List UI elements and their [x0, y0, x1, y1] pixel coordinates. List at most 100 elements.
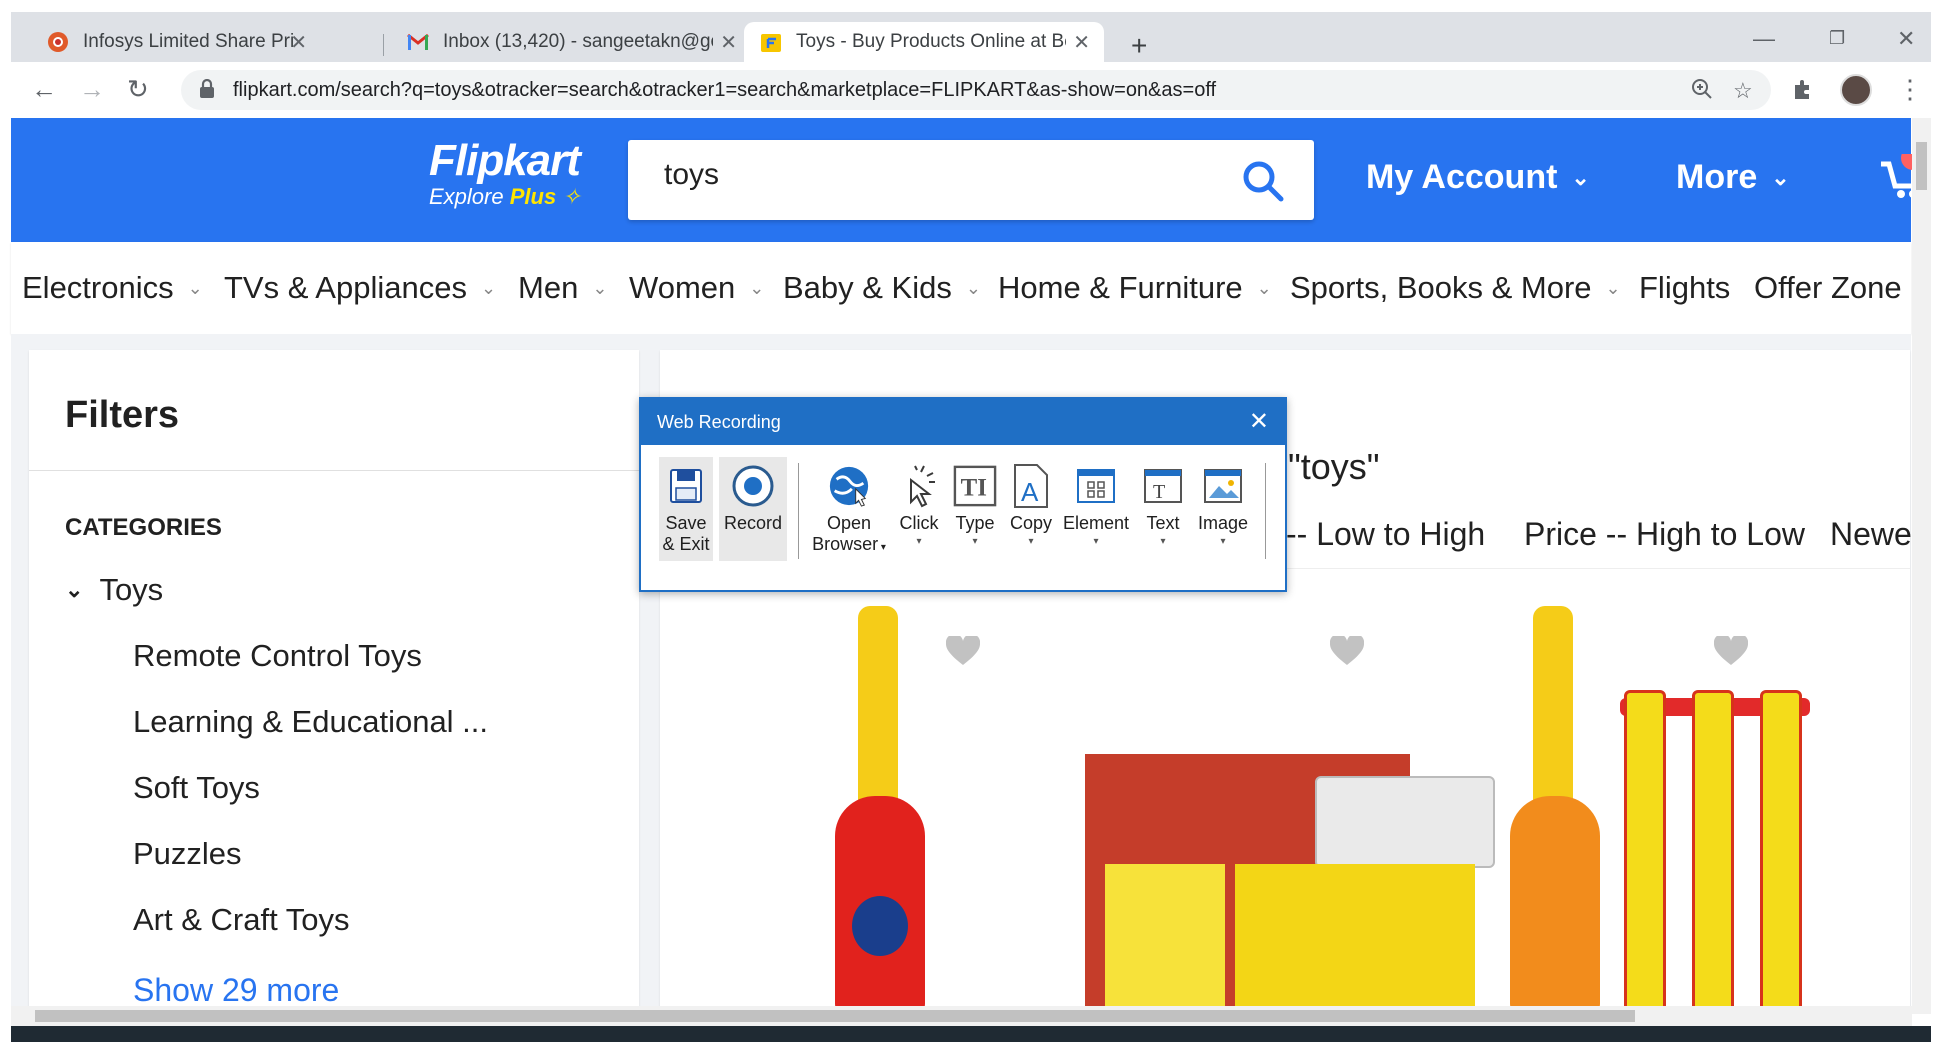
category-sports-books[interactable]: Sports, Books & More ⌄ [1290, 270, 1621, 306]
flipkart-header: Flipkart Explore Plus ✧ My Account⌄ More… [11, 118, 1925, 242]
subcategory-soft-toys[interactable]: Soft Toys [133, 770, 260, 806]
type-icon: TI [953, 463, 997, 509]
restore-icon[interactable]: ❐ [1829, 28, 1845, 49]
wishlist-heart-icon[interactable] [1330, 636, 1364, 666]
subcategory-remote-control[interactable]: Remote Control Toys [133, 638, 422, 674]
filters-panel: Filters CATEGORIES ⌄ Toys Remote Control … [29, 350, 639, 1014]
lock-icon [200, 79, 214, 98]
category-men[interactable]: Men ⌄ [518, 270, 607, 306]
new-tab-button[interactable]: + [1131, 30, 1147, 62]
categories-heading: CATEGORIES [65, 514, 222, 541]
category-tvs-appliances[interactable]: TVs & Appliances ⌄ [224, 270, 496, 306]
tagline: Explore Plus ✧ [429, 184, 581, 209]
svg-text:TI: TI [961, 475, 987, 502]
sort-price-high-low[interactable]: Price -- High to Low [1524, 516, 1805, 553]
text-icon: T [1141, 463, 1185, 509]
address-bar[interactable]: flipkart.com/search?q=toys&otracker=sear… [181, 70, 1771, 110]
chevron-down-icon: ⌄ [480, 277, 497, 298]
search-box [628, 140, 1314, 220]
flipkart-logo[interactable]: Flipkart Explore Plus ✧ [429, 136, 581, 210]
open-browser-button[interactable]: Open Browser ▾ [809, 463, 889, 555]
dialog-titlebar: Web Recording ✕ [641, 399, 1285, 445]
close-icon[interactable]: ✕ [720, 30, 737, 55]
chevron-down-icon: ⌄ [1571, 164, 1590, 190]
category-nav: Electronics ⌄ TVs & Appliances ⌄ Men ⌄ Wome… [11, 242, 1911, 334]
dialog-title: Web Recording [657, 412, 781, 432]
tab-strip: Infosys Limited Share Price Today ✕ Inbo… [11, 12, 1931, 62]
subcategory-puzzles[interactable]: Puzzles [133, 836, 242, 872]
close-icon[interactable]: ✕ [290, 30, 307, 55]
product-image-cricket-stumps[interactable] [1620, 690, 1810, 1014]
zoom-icon[interactable] [1691, 78, 1713, 106]
gmail-favicon [407, 31, 429, 53]
subcategory-learning[interactable]: Learning & Educational ... [133, 704, 488, 740]
window-close-icon[interactable]: ✕ [1897, 26, 1915, 52]
svg-text:A: A [1021, 477, 1039, 507]
back-icon[interactable]: ← [31, 74, 57, 105]
search-input[interactable] [664, 158, 1204, 192]
toolbar-separator [1265, 463, 1266, 559]
copy-button[interactable]: A Copy ▾ [1003, 463, 1059, 547]
divider [29, 470, 639, 471]
text-button[interactable]: T Text ▾ [1135, 463, 1191, 547]
minimize-icon[interactable]: — [1753, 26, 1775, 52]
my-account-menu[interactable]: My Account ⌄ [1366, 158, 1590, 197]
copy-icon: A [1009, 463, 1053, 509]
forward-icon[interactable]: → [79, 74, 105, 105]
reload-icon[interactable]: ↻ [127, 74, 149, 105]
click-icon [897, 463, 941, 509]
record-label: Record [719, 463, 787, 534]
chevron-down-icon: ⌄ [1605, 277, 1621, 298]
category-offer-zone[interactable]: Offer Zone [1754, 270, 1902, 306]
menu-kebab-icon[interactable]: ⋮ [1897, 74, 1923, 105]
close-icon[interactable]: ✕ [1249, 407, 1269, 436]
category-women[interactable]: Women ⌄ [629, 270, 764, 306]
product-image-spiderman-bat[interactable] [830, 606, 930, 1014]
url-text: flipkart.com/search?q=toys&otracker=sear… [233, 79, 1217, 101]
horizontal-scrollbar[interactable] [11, 1006, 1912, 1026]
chevron-down-icon: ⌄ [592, 277, 608, 298]
chevron-down-icon: ⌄ [749, 277, 765, 298]
chevron-down-icon: ⌄ [965, 277, 981, 298]
infosys-favicon [47, 31, 69, 53]
wishlist-heart-icon[interactable] [1714, 636, 1748, 666]
save-exit-label: Save & Exit [659, 463, 713, 555]
more-menu[interactable]: More ⌄ [1676, 158, 1790, 197]
type-button[interactable]: TI Type ▾ [947, 463, 1003, 547]
save-icon [664, 463, 708, 509]
flipkart-favicon [760, 31, 782, 53]
product-image-camlin-art-kit[interactable] [1085, 754, 1525, 1014]
bookmark-star-icon[interactable]: ☆ [1733, 78, 1753, 104]
tab-title: Inbox (13,420) - sangeetakn@go [443, 31, 713, 52]
subcategory-art-craft[interactable]: Art & Craft Toys [133, 902, 350, 938]
tab-gmail[interactable]: Inbox (13,420) - sangeetakn@go ✕ [391, 22, 751, 62]
image-button[interactable]: Image ▾ [1191, 463, 1255, 547]
click-button[interactable]: Click ▾ [891, 463, 947, 547]
screen: Infosys Limited Share Price Today ✕ Inbo… [0, 0, 1942, 1042]
image-icon [1201, 463, 1245, 509]
close-icon[interactable]: ✕ [1073, 30, 1090, 55]
chevron-down-icon: ⌄ [187, 277, 203, 298]
chevron-down-icon: ⌄ [1771, 164, 1790, 190]
sort-price-low-high[interactable]: -- Low to High [1286, 516, 1485, 553]
show-more-link[interactable]: Show 29 more [133, 972, 339, 1009]
category-home-furniture[interactable]: Home & Furniture ⌄ [998, 270, 1272, 306]
wishlist-heart-icon[interactable] [946, 636, 980, 666]
category-baby-kids[interactable]: Baby & Kids ⌄ [783, 270, 981, 306]
tab-flipkart[interactable]: Toys - Buy Products Online at Be ✕ [744, 22, 1104, 62]
record-icon [731, 463, 775, 509]
product-image-mickey-bat[interactable] [1505, 606, 1605, 1014]
element-button[interactable]: Element ▾ [1061, 463, 1131, 547]
chevron-down-icon: ⌄ [1256, 277, 1272, 298]
filters-title: Filters [65, 394, 180, 436]
web-recording-dialog: Web Recording ✕ Save & Exit Record Open … [639, 397, 1287, 592]
search-icon[interactable] [1242, 160, 1284, 202]
category-electronics[interactable]: Electronics ⌄ [22, 270, 203, 306]
vertical-scrollbar[interactable] [1912, 118, 1931, 1014]
category-flights[interactable]: Flights [1639, 270, 1730, 306]
tab-infosys[interactable]: Infosys Limited Share Price Today ✕ [31, 22, 321, 62]
category-toys[interactable]: ⌄ Toys [65, 572, 163, 608]
profile-avatar[interactable] [1840, 74, 1872, 106]
extensions-icon[interactable] [1791, 78, 1813, 106]
sort-newest[interactable]: Newe [1830, 516, 1912, 553]
